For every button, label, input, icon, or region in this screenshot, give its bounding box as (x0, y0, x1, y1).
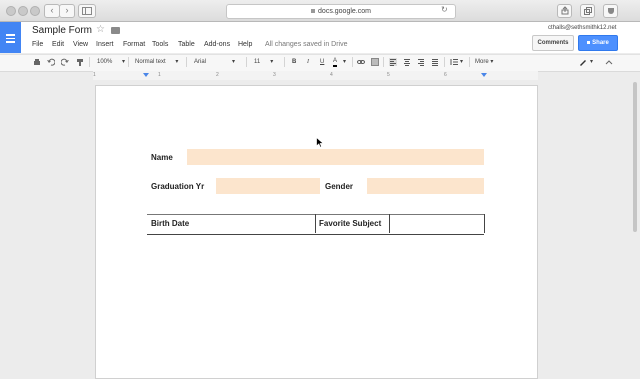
sidebar-icon (82, 7, 92, 15)
left-indent-marker[interactable] (143, 73, 149, 77)
menu-edit[interactable]: Edit (52, 41, 64, 48)
toolbar-separator (128, 57, 129, 67)
align-center-icon[interactable] (403, 58, 411, 66)
toolbar-separator (89, 57, 90, 67)
line-spacing-icon[interactable] (450, 58, 458, 66)
close-window-icon[interactable] (6, 6, 16, 16)
docs-home-icon[interactable] (0, 22, 21, 53)
forward-button[interactable]: › (59, 4, 75, 18)
editing-mode-dropdown[interactable]: ▾ (590, 57, 593, 67)
paint-format-icon[interactable] (76, 58, 84, 66)
minimize-window-icon[interactable] (18, 6, 28, 16)
font-size-value: 11 (254, 59, 261, 65)
document-title[interactable]: Sample Form (32, 25, 92, 36)
reload-icon[interactable]: ↻ (441, 5, 448, 14)
print-icon[interactable] (33, 58, 41, 66)
line-spacing-dropdown[interactable]: ▾ (460, 57, 463, 67)
italic-button[interactable]: I (307, 57, 309, 67)
share-label: Share (592, 40, 609, 46)
align-right-icon[interactable] (417, 58, 425, 66)
ruler-mark: 6 (444, 72, 447, 78)
style-select[interactable]: Normal text ▾ (135, 57, 178, 67)
ruler-mark: 2 (216, 72, 219, 78)
tabs-overview-icon[interactable] (580, 4, 595, 18)
bold-button[interactable]: B (292, 57, 296, 67)
folder-icon[interactable] (111, 27, 120, 34)
maximize-window-icon[interactable] (30, 6, 40, 16)
favorite-subject-label: Favorite Subject (319, 219, 382, 228)
star-icon[interactable]: ☆ (96, 24, 105, 35)
zoom-select[interactable]: 100% ▾ (97, 57, 125, 67)
gender-label: Gender (325, 182, 354, 191)
more-label: More (475, 59, 489, 65)
collapse-menu-icon[interactable] (605, 58, 613, 66)
pocket-icon[interactable] (603, 4, 618, 18)
toolbar-separator (469, 57, 470, 67)
right-indent-marker[interactable] (481, 73, 487, 77)
menu-tools[interactable]: Tools (152, 41, 168, 48)
comments-button[interactable]: Comments (532, 35, 574, 51)
toolbar-separator (284, 57, 285, 67)
save-status[interactable]: All changes saved in Drive (265, 41, 348, 48)
sidebar-toggle-button[interactable] (78, 4, 96, 18)
lock-icon (587, 40, 591, 44)
style-value: Normal text (135, 59, 166, 65)
menu-add-ons[interactable]: Add-ons (204, 41, 230, 48)
zoom-value: 100% (97, 59, 113, 65)
chevron-down-icon: ▾ (490, 59, 494, 65)
ruler-mark: 3 (273, 72, 276, 78)
font-value: Arial (194, 59, 207, 65)
editing-mode-pencil-icon[interactable] (579, 58, 587, 66)
menu-insert[interactable]: Insert (96, 41, 114, 48)
ruler-mark: 4 (330, 72, 333, 78)
chevron-down-icon: ▾ (270, 59, 274, 65)
scrollbar-thumb[interactable] (633, 82, 637, 232)
user-email[interactable]: cthalls@sethsmithk12.net (548, 25, 616, 31)
font-size-select[interactable]: 11 ▾ (254, 57, 273, 67)
undo-icon[interactable] (47, 58, 55, 66)
comment-icon[interactable] (371, 58, 379, 66)
toolbar-separator (246, 57, 247, 67)
chevron-down-icon: ▾ (232, 59, 236, 65)
toolbar-separator (186, 57, 187, 67)
font-select[interactable]: Arial ▾ (194, 57, 235, 67)
table-cell-subject-answer[interactable] (390, 214, 485, 233)
mouse-cursor-icon (316, 137, 324, 148)
menu-view[interactable]: View (73, 41, 88, 48)
url-text: docs.google.com (318, 8, 371, 15)
text-color-button[interactable]: A (333, 57, 338, 67)
graduation-year-field[interactable] (216, 178, 320, 194)
chevron-down-icon: ▾ (175, 59, 179, 65)
toolbar-separator (444, 57, 445, 67)
ruler-mark: 1 (158, 72, 161, 78)
menu-table[interactable]: Table (178, 41, 195, 48)
graduation-year-label: Graduation Yr (151, 182, 205, 191)
redo-icon[interactable] (61, 58, 69, 66)
toolbar-separator (383, 57, 384, 67)
birth-date-label: Birth Date (151, 219, 190, 228)
underline-button[interactable]: U (320, 57, 324, 67)
ruler-mark: 1 (93, 72, 96, 78)
link-icon[interactable] (357, 58, 365, 66)
align-left-icon[interactable] (389, 58, 397, 66)
address-bar[interactable]: docs.google.com (226, 4, 456, 19)
more-button[interactable]: More ▾ (475, 57, 493, 67)
gender-field[interactable] (367, 178, 484, 194)
toolbar-separator (352, 57, 353, 67)
ruler-mark: 5 (387, 72, 390, 78)
name-field[interactable] (187, 149, 484, 165)
lock-icon (311, 9, 316, 14)
back-button[interactable]: ‹ (44, 4, 60, 18)
menu-format[interactable]: Format (123, 41, 145, 48)
chevron-down-icon: ▾ (122, 59, 126, 65)
share-page-icon[interactable] (557, 4, 572, 18)
menu-file[interactable]: File (32, 41, 43, 48)
menu-help[interactable]: Help (238, 41, 252, 48)
share-button[interactable]: Share (578, 35, 618, 51)
align-justify-icon[interactable] (431, 58, 439, 66)
text-color-dropdown[interactable]: ▾ (343, 57, 346, 67)
name-label: Name (151, 153, 173, 162)
